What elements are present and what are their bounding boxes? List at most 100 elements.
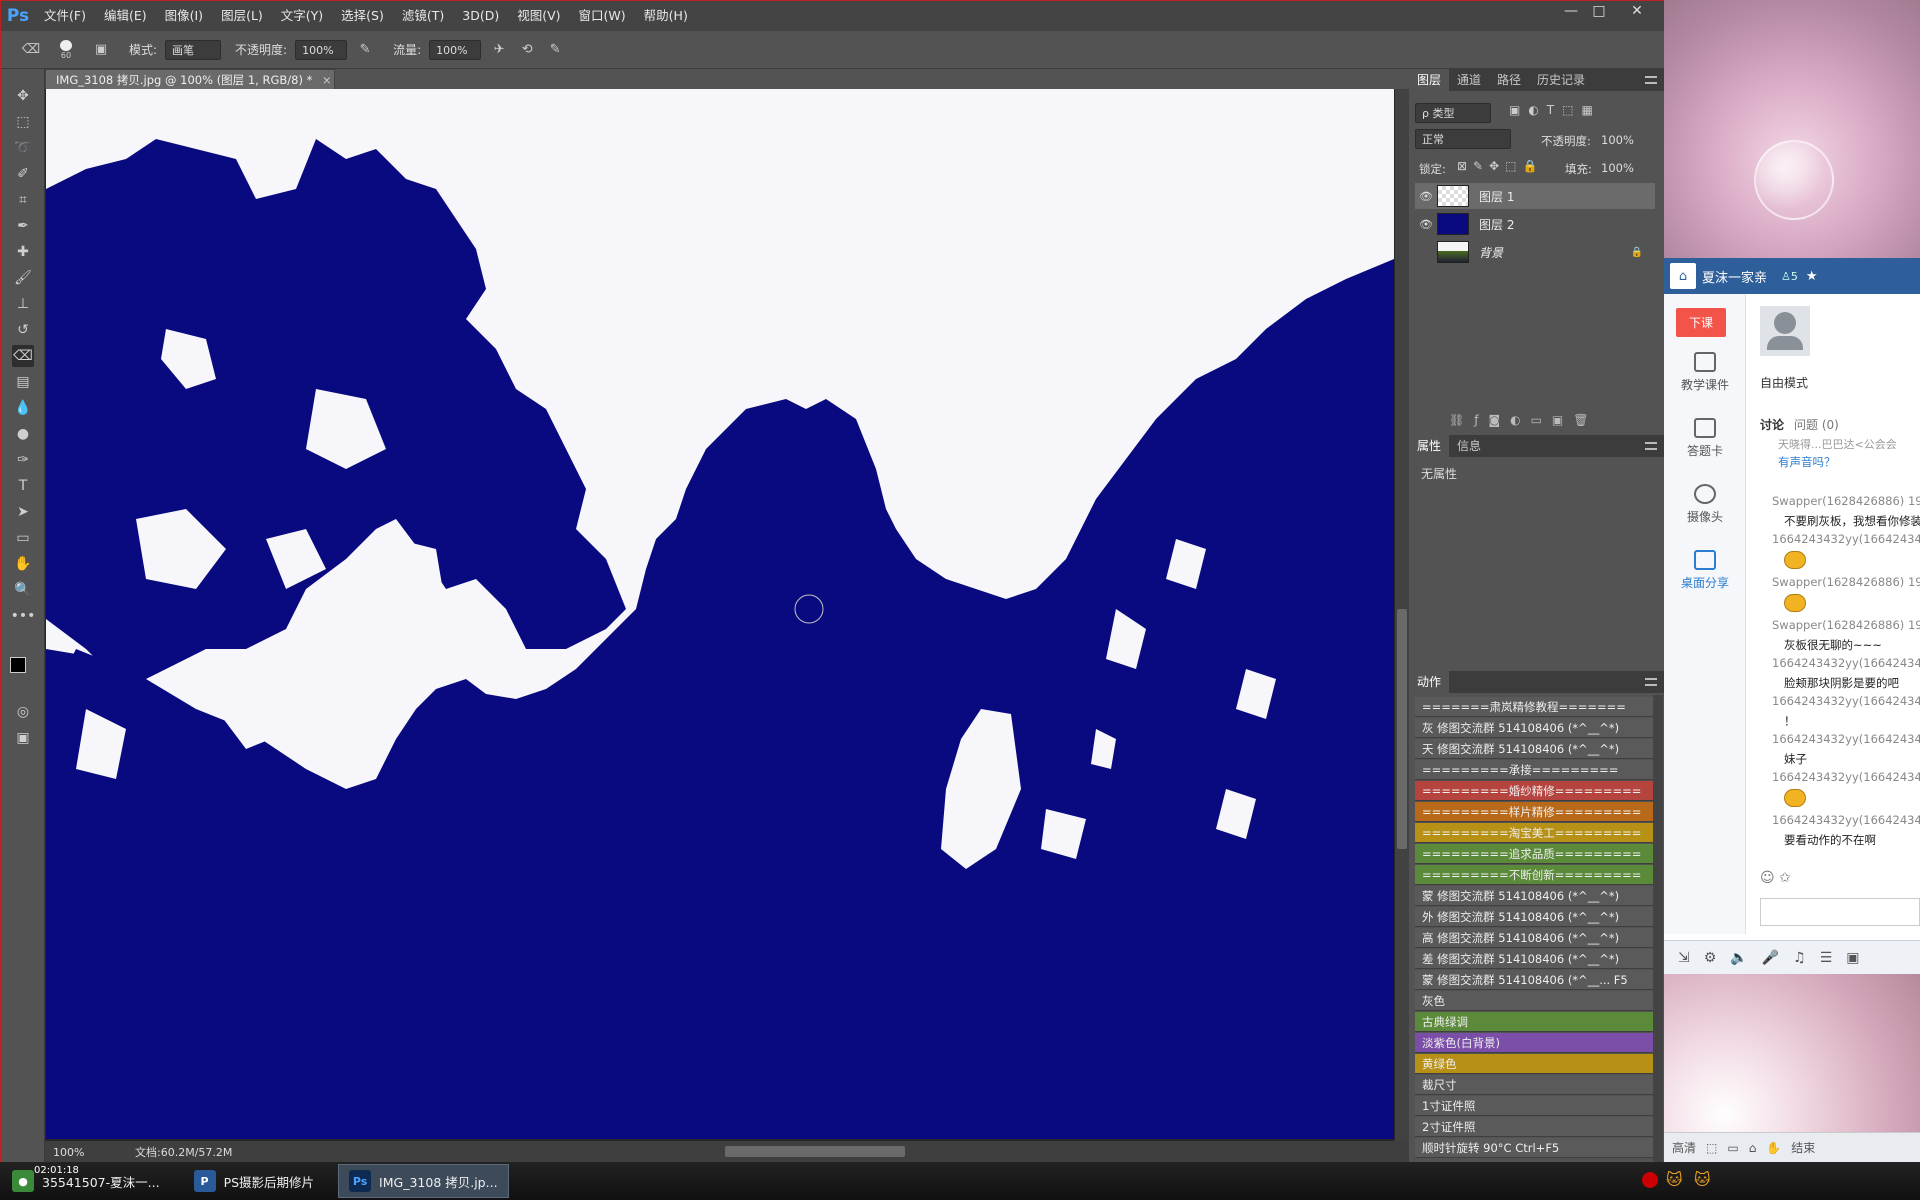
menu-view[interactable]: 视图(V) bbox=[508, 1, 569, 31]
microphone-icon[interactable]: 🎤 bbox=[1762, 950, 1779, 966]
tab-actions[interactable]: 动作 bbox=[1409, 671, 1450, 693]
action-item[interactable]: 古典绿调 bbox=[1415, 1012, 1653, 1032]
zoom-level[interactable]: 100% bbox=[53, 1146, 113, 1159]
action-item[interactable]: =========淘宝美工========= bbox=[1415, 823, 1653, 843]
tab-history[interactable]: 历史记录 bbox=[1529, 69, 1593, 91]
star-icon[interactable]: ★ bbox=[1806, 269, 1818, 284]
panel-menu-icon[interactable] bbox=[1645, 678, 1657, 686]
equalizer-icon[interactable]: ☰ bbox=[1820, 950, 1833, 966]
maximize-button[interactable]: □ bbox=[1585, 3, 1613, 25]
panel-menu-icon[interactable] bbox=[1645, 442, 1657, 450]
flow-field[interactable]: 100% bbox=[429, 39, 482, 60]
speaker-icon[interactable]: 🔈 bbox=[1730, 950, 1747, 966]
opacity-field[interactable]: 100% bbox=[295, 39, 348, 60]
actions-scrollbar[interactable] bbox=[1653, 695, 1663, 1165]
menu-window[interactable]: 窗口(W) bbox=[570, 1, 635, 31]
panel-menu-icon[interactable] bbox=[1645, 76, 1657, 84]
action-item[interactable]: 裁尺寸 bbox=[1415, 1075, 1653, 1095]
action-item[interactable]: 蒙 修图交流群 514108406 (*^__... F5 bbox=[1415, 970, 1653, 990]
layer-row[interactable]: 背景 🔒 bbox=[1415, 239, 1655, 265]
mode-select[interactable]: 自由模式 bbox=[1760, 374, 1808, 391]
handup-icon[interactable]: ✋ bbox=[1766, 1141, 1781, 1155]
settings-icon[interactable]: ⚙ bbox=[1704, 950, 1717, 966]
layer-row[interactable]: 👁 图层 1 bbox=[1415, 183, 1655, 209]
home-icon[interactable]: ⌂ bbox=[1670, 263, 1696, 289]
tab-info[interactable]: 信息 bbox=[1449, 435, 1489, 457]
tab-layers[interactable]: 图层 bbox=[1409, 69, 1450, 91]
action-item[interactable]: 差 修图交流群 514108406 (*^__^*) bbox=[1415, 949, 1653, 969]
window-icon[interactable]: ▭ bbox=[1727, 1141, 1738, 1155]
menu-select[interactable]: 选择(S) bbox=[332, 1, 393, 31]
action-item[interactable]: 顺时针旋转 90°C Ctrl+F5 bbox=[1415, 1138, 1653, 1158]
message-input[interactable] bbox=[1760, 898, 1920, 926]
tab-discussion[interactable]: 讨论 bbox=[1760, 416, 1784, 433]
path-select-tool-icon[interactable]: ➤ bbox=[12, 501, 34, 523]
shape-tool-icon[interactable]: ▭ bbox=[12, 527, 34, 549]
lock-icons[interactable]: ⊠✎✥⬚🔒 bbox=[1457, 159, 1543, 173]
layer-filter-icons[interactable]: ▣◐T⬚▦ bbox=[1509, 103, 1659, 117]
eraser-icon[interactable]: ⌫ bbox=[21, 40, 41, 60]
erase-to-history-icon[interactable]: ⟲ bbox=[517, 40, 537, 60]
action-item[interactable]: 1寸证件照 bbox=[1415, 1096, 1653, 1116]
more-tools-icon[interactable]: ••• bbox=[11, 605, 36, 627]
hd-button[interactable]: 高清 bbox=[1672, 1139, 1696, 1156]
document-canvas[interactable] bbox=[46, 89, 1394, 1139]
menu-file[interactable]: 文件(F) bbox=[35, 1, 95, 31]
dodge-tool-icon[interactable]: ● bbox=[12, 423, 34, 445]
action-item[interactable]: =========承接========= bbox=[1415, 760, 1653, 780]
answer-card-button[interactable]: 答题卡 bbox=[1670, 418, 1740, 459]
screen-share-button[interactable]: 桌面分享 bbox=[1670, 550, 1740, 591]
fill-value[interactable]: 100% bbox=[1601, 161, 1634, 175]
eye-icon[interactable]: 👁 bbox=[1415, 190, 1437, 203]
healing-tool-icon[interactable]: ✚ bbox=[12, 241, 34, 263]
close-button[interactable]: ✕ bbox=[1623, 3, 1651, 25]
action-item[interactable]: 灰色 bbox=[1415, 991, 1653, 1011]
move-tool-icon[interactable]: ✥ bbox=[12, 85, 34, 107]
brush-panel-icon[interactable]: ▣ bbox=[91, 40, 111, 60]
close-tab-icon[interactable]: × bbox=[322, 73, 332, 87]
taskbar-item[interactable]: ● 02:01:18 35541507-夏沫一... bbox=[2, 1164, 170, 1198]
tray-cat2-icon[interactable]: 🐱 bbox=[1694, 1170, 1711, 1189]
menu-edit[interactable]: 编辑(E) bbox=[95, 1, 156, 31]
notice-link[interactable]: 有声音吗？ bbox=[1778, 454, 1836, 470]
marquee-tool-icon[interactable]: ⬚ bbox=[12, 111, 34, 133]
type-tool-icon[interactable]: T bbox=[12, 475, 34, 497]
layer-filter-select[interactable]: ρ 类型 bbox=[1415, 103, 1491, 123]
hand-tool-icon[interactable]: ✋ bbox=[12, 553, 34, 575]
layer-row[interactable]: 👁 图层 2 bbox=[1415, 211, 1655, 237]
tab-channels[interactable]: 通道 bbox=[1449, 69, 1489, 91]
action-item[interactable]: 黄绿色 bbox=[1415, 1054, 1653, 1074]
blur-tool-icon[interactable]: 💧 bbox=[12, 397, 34, 419]
quick-select-tool-icon[interactable]: ✐ bbox=[12, 163, 34, 185]
picture-icon[interactable]: ▣ bbox=[1846, 950, 1859, 966]
action-item[interactable]: =========婚纱精修========= bbox=[1415, 781, 1653, 801]
mode-select[interactable]: 画笔 bbox=[165, 39, 222, 60]
minimize-button[interactable]: — bbox=[1557, 3, 1585, 25]
action-item[interactable]: 蒙 修图交流群 514108406 (*^__^*) bbox=[1415, 886, 1653, 906]
end-button[interactable]: 结束 bbox=[1791, 1139, 1815, 1156]
screenshot-icon[interactable]: ⬚ bbox=[1706, 1141, 1717, 1155]
action-item[interactable]: =========不断创新========= bbox=[1415, 865, 1653, 885]
action-item[interactable]: 2寸证件照 bbox=[1415, 1117, 1653, 1137]
action-item[interactable]: 高 修图交流群 514108406 (*^__^*) bbox=[1415, 928, 1653, 948]
stamp-tool-icon[interactable]: ⊥ bbox=[12, 293, 34, 315]
eraser-tool-icon[interactable]: ⌫ bbox=[12, 345, 34, 367]
taskbar-item[interactable]: P PS摄影后期修片 bbox=[184, 1164, 324, 1198]
home-icon[interactable]: ⌂ bbox=[1749, 1141, 1757, 1155]
record-icon[interactable] bbox=[1642, 1172, 1658, 1188]
tray-cat-icon[interactable]: 🐱 bbox=[1666, 1170, 1683, 1189]
action-item[interactable]: =========追求品质========= bbox=[1415, 844, 1653, 864]
camera-button[interactable]: 摄像头 bbox=[1670, 484, 1740, 525]
eyedropper-tool-icon[interactable]: ✒ bbox=[12, 215, 34, 237]
screen-mode-icon[interactable]: ▣ bbox=[12, 727, 34, 749]
tab-questions[interactable]: 问题 (0) bbox=[1794, 416, 1839, 433]
history-brush-tool-icon[interactable]: ↺ bbox=[12, 319, 34, 341]
lasso-tool-icon[interactable]: ➰ bbox=[12, 137, 34, 159]
taskbar-item[interactable]: Ps IMG_3108 拷贝.jp... bbox=[338, 1164, 509, 1198]
zoom-tool-icon[interactable]: 🔍 bbox=[12, 579, 34, 601]
action-item[interactable]: 淡紫色(白背景) bbox=[1415, 1033, 1653, 1053]
quick-mask-icon[interactable]: ◎ bbox=[12, 701, 34, 723]
document-tab[interactable]: IMG_3108 拷贝.jpg @ 100% (图层 1, RGB/8) * × bbox=[45, 69, 335, 89]
layer-actions-icons[interactable]: ⛓ƒ◙◐▭▣🗑 bbox=[1449, 413, 1659, 427]
exit-icon[interactable]: ⇲ bbox=[1678, 950, 1690, 966]
